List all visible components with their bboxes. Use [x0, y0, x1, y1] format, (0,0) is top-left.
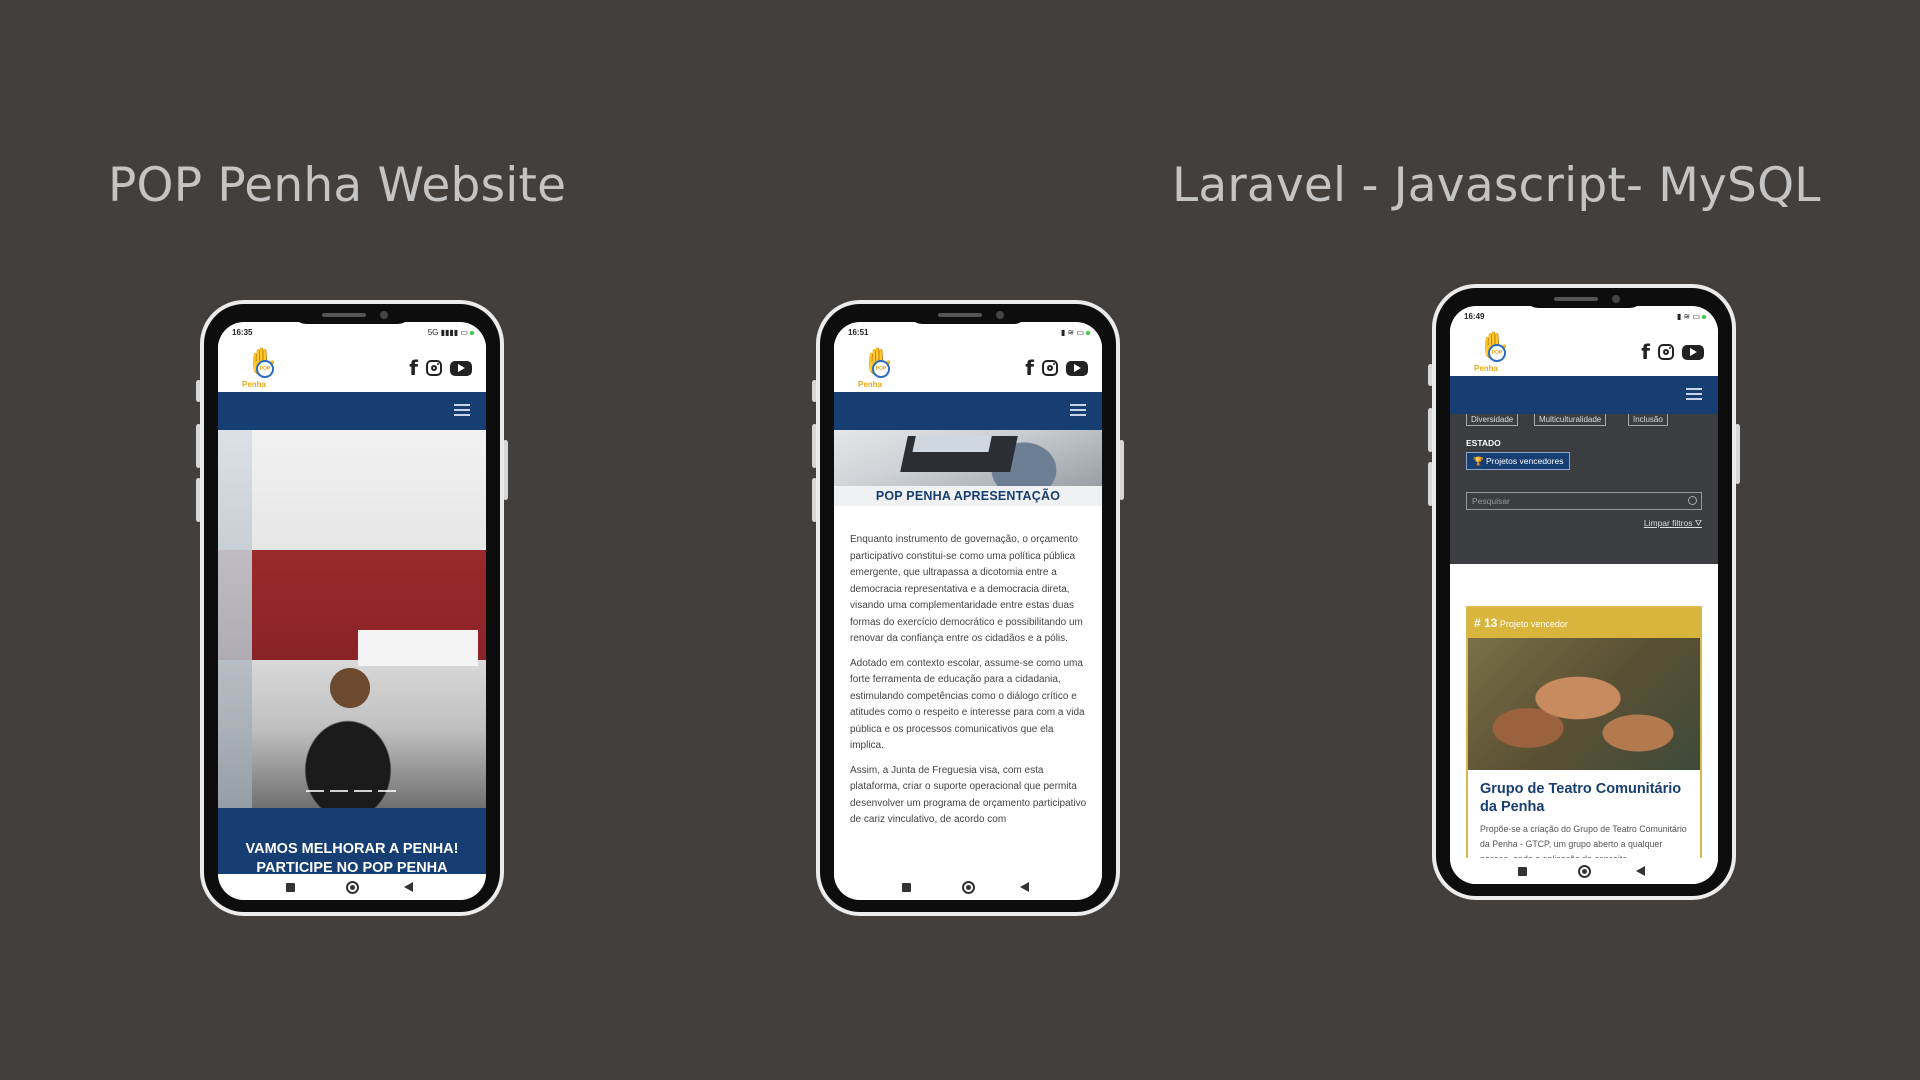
pop-penha-logo[interactable]: ✋ POP Penha: [1474, 332, 1510, 374]
facebook-icon[interactable]: f: [1641, 342, 1650, 362]
status-bar: 16:49 ▮ ≋ ▭: [1450, 306, 1718, 326]
social-links: f: [1025, 358, 1088, 378]
menu-icon[interactable]: [1686, 388, 1702, 400]
menu-icon[interactable]: [1070, 404, 1086, 416]
youtube-icon[interactable]: [450, 360, 472, 376]
facebook-icon[interactable]: f: [409, 358, 418, 378]
carousel-indicators[interactable]: [306, 790, 396, 792]
phone-screen: 16:49 ▮ ≋ ▭ ✋ POP Penha f Diversidade Mu…: [1450, 306, 1718, 884]
project-number: # 13: [1474, 616, 1498, 630]
instagram-icon[interactable]: [426, 360, 442, 376]
android-nav-bar: [1450, 858, 1718, 884]
tech-stack-title: Laravel - Javascript- MySQL: [1172, 158, 1821, 213]
social-links: f: [409, 358, 472, 378]
project-image: [1468, 638, 1700, 770]
home-icon[interactable]: [1578, 865, 1591, 878]
search-input[interactable]: Pesquisar: [1466, 492, 1702, 510]
status-bar: 16:51 ▮ ≋ ▭: [834, 322, 1102, 342]
instagram-icon[interactable]: [1042, 360, 1058, 376]
paragraph: Assim, a Junta de Freguesia visa, com es…: [850, 764, 1087, 826]
project-title[interactable]: Grupo de Teatro Comunitário da Penha: [1480, 780, 1690, 816]
hero-carousel-image[interactable]: [218, 430, 486, 808]
presentation-image: [834, 430, 1102, 486]
clock: 16:49: [1464, 312, 1485, 321]
paragraph: Adotado em contexto escolar, assume-se c…: [850, 657, 1085, 752]
status-bar: 16:35 5G ▮▮▮▮ ▭: [218, 322, 486, 342]
social-links: f: [1641, 342, 1704, 362]
phone-mockup-presentation: 16:51 ▮ ≋ ▭ ✋ POP Penha f POP PENHA APRE…: [812, 300, 1124, 916]
youtube-icon[interactable]: [1066, 360, 1088, 376]
trophy-icon: 🏆: [1473, 456, 1484, 466]
instagram-icon[interactable]: [1658, 344, 1674, 360]
project-title: POP Penha Website: [108, 158, 567, 213]
youtube-icon[interactable]: [1682, 344, 1704, 360]
filter-chip-multiculturalidade[interactable]: Multiculturalidade: [1534, 412, 1607, 426]
nav-bar: [1450, 376, 1718, 414]
project-status-tag: Projeto vencedor: [1499, 619, 1568, 629]
pop-penha-logo[interactable]: ✋ POP Penha: [858, 348, 894, 390]
estado-label: ESTADO: [1466, 438, 1501, 448]
phone-mockup-projects: 16:49 ▮ ≋ ▭ ✋ POP Penha f Diversidade Mu…: [1428, 284, 1740, 900]
phone-mockup-home: 16:35 5G ▮▮▮▮ ▭ ✋ POP Penha f VAM: [196, 300, 508, 916]
status-icons: ▮ ≋ ▭: [1061, 328, 1090, 337]
menu-icon[interactable]: [454, 404, 470, 416]
search-icon[interactable]: [1688, 496, 1697, 505]
home-icon[interactable]: [962, 881, 975, 894]
site-header: ✋ POP Penha f: [218, 342, 486, 392]
back-icon[interactable]: [1020, 882, 1029, 892]
status-icons: 5G ▮▮▮▮ ▭: [428, 328, 474, 337]
android-nav-bar: [834, 874, 1102, 900]
project-card-header: # 13 Projeto vencedor: [1468, 608, 1700, 638]
site-header: ✋ POP Penha f: [1450, 326, 1718, 376]
paragraph: Enquanto instrumento de governação, o or…: [850, 534, 1083, 644]
filter-clear-icon: ⛛: [1694, 518, 1702, 528]
back-icon[interactable]: [404, 882, 413, 892]
winning-projects-button[interactable]: 🏆 Projetos vencedores: [1466, 452, 1571, 470]
back-icon[interactable]: [1636, 866, 1645, 876]
pop-penha-logo[interactable]: ✋ POP Penha: [242, 348, 278, 390]
phone-screen: 16:35 5G ▮▮▮▮ ▭ ✋ POP Penha f VAM: [218, 322, 486, 900]
clock: 16:51: [848, 328, 869, 337]
hero-banner-text: VAMOS MELHORAR A PENHA! PARTICIPE NO POP…: [245, 841, 459, 876]
recent-apps-icon[interactable]: [286, 883, 295, 892]
filter-chip-inclusao[interactable]: Inclusão: [1628, 412, 1668, 426]
status-icons: ▮ ≋ ▭: [1677, 312, 1706, 321]
recent-apps-icon[interactable]: [902, 883, 911, 892]
presentation-article: Enquanto instrumento de governação, o or…: [850, 532, 1088, 837]
clock: 16:35: [232, 328, 253, 337]
clear-filters-link[interactable]: Limpar filtros ⛛: [1644, 518, 1702, 529]
section-title: POP PENHA APRESENTAÇÃO: [834, 486, 1102, 506]
facebook-icon[interactable]: f: [1025, 358, 1034, 378]
recent-apps-icon[interactable]: [1518, 867, 1527, 876]
site-header: ✋ POP Penha f: [834, 342, 1102, 392]
nav-bar: [834, 392, 1102, 430]
home-icon[interactable]: [346, 881, 359, 894]
android-nav-bar: [218, 874, 486, 900]
project-card[interactable]: # 13 Projeto vencedor Grupo de Teatro Co…: [1466, 606, 1702, 884]
phone-screen: 16:51 ▮ ≋ ▭ ✋ POP Penha f POP PENHA APRE…: [834, 322, 1102, 900]
nav-bar: [218, 392, 486, 430]
filter-chip-diversidade[interactable]: Diversidade: [1466, 412, 1519, 426]
filters-panel: Diversidade Multiculturalidade Inclusão …: [1450, 412, 1718, 564]
